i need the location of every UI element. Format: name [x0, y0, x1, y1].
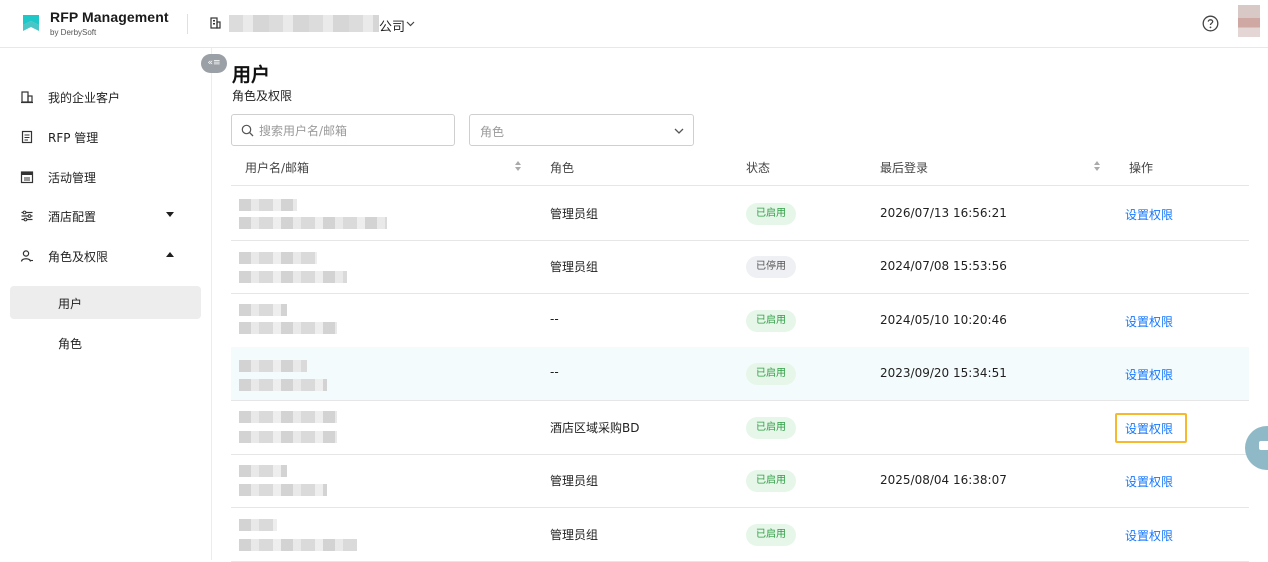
last-login-cell: 2023/09/20 15:34:51	[880, 366, 1007, 380]
sort-icon[interactable]	[514, 160, 522, 172]
role-cell: 管理员组	[550, 528, 599, 542]
role-filter-select[interactable]: 角色	[469, 114, 694, 146]
table-row[interactable]: 管理员组 已启用 2026/07/13 16:56:21 设置权限	[231, 187, 1249, 241]
user-name-redacted	[239, 465, 287, 477]
sidebar-item-label: RFP 管理	[48, 131, 99, 145]
status-badge: 已启用	[746, 310, 796, 332]
sidebar-subitem-label: 用户	[58, 297, 83, 311]
calendar-icon	[20, 171, 34, 184]
sidebar: 我的企业客户 RFP 管理 活动管理 酒店配置 角色及权限 用户 角色	[0, 48, 212, 560]
status-badge: 已启用	[746, 417, 796, 439]
last-login-cell: 2024/05/10 10:20:46	[880, 313, 1007, 327]
table-row[interactable]: 酒店区域采购BD 已启用 设置权限	[231, 401, 1249, 455]
user-email-redacted	[239, 217, 387, 229]
sidebar-item-roles-permissions[interactable]: 角色及权限	[10, 239, 202, 273]
user-name-redacted	[239, 360, 307, 372]
column-header-status: 状态	[746, 161, 771, 175]
avatar[interactable]	[1238, 5, 1260, 37]
caret-down-icon	[166, 212, 174, 217]
column-header-role: 角色	[550, 161, 575, 175]
role-cell: --	[550, 365, 559, 379]
user-name-redacted	[239, 519, 277, 531]
column-header-user: 用户名/邮箱	[245, 161, 310, 175]
help-icon[interactable]	[1202, 15, 1219, 32]
chevron-down-icon	[674, 128, 684, 134]
sidebar-subitem-users[interactable]: 用户	[10, 286, 201, 319]
set-permission-link[interactable]: 设置权限	[1125, 313, 1173, 330]
sidebar-item-label: 我的企业客户	[48, 91, 121, 105]
table-row[interactable]: -- 已启用 2023/09/20 15:34:51 设置权限	[231, 347, 1249, 401]
table-header: 用户名/邮箱 角色 状态 最后登录 操作	[231, 148, 1249, 186]
user-icon	[20, 250, 33, 262]
set-permission-link[interactable]: 设置权限	[1115, 413, 1187, 443]
sidebar-item-activities[interactable]: 活动管理	[10, 160, 202, 194]
company-name-redacted	[229, 15, 379, 32]
user-email-redacted	[239, 271, 347, 283]
role-cell: 管理员组	[550, 207, 599, 221]
set-permission-link[interactable]: 设置权限	[1125, 366, 1173, 383]
last-login-cell: 2024/07/08 15:53:56	[880, 259, 1007, 273]
set-permission-link[interactable]: 设置权限	[1125, 473, 1173, 490]
search-box[interactable]	[231, 114, 455, 146]
user-email-redacted	[239, 539, 357, 551]
search-input[interactable]	[259, 121, 449, 141]
sort-icon[interactable]	[1093, 160, 1101, 172]
table-row[interactable]: 管理员组 已启用 2025/08/04 16:38:07 设置权限	[231, 454, 1249, 508]
brand-logo-icon	[23, 15, 39, 31]
app-subtitle: by DerbySoft	[50, 28, 97, 37]
caret-up-icon	[166, 252, 174, 257]
column-header-last-login: 最后登录	[880, 161, 929, 175]
user-name-redacted	[239, 411, 337, 423]
status-badge: 已停用	[746, 256, 796, 278]
user-name-redacted	[239, 252, 317, 264]
set-permission-link[interactable]: 设置权限	[1125, 527, 1173, 544]
user-email-redacted	[239, 379, 327, 391]
sidebar-item-label: 角色及权限	[48, 250, 109, 264]
role-filter-placeholder: 角色	[480, 125, 505, 139]
sidebar-item-enterprise-clients[interactable]: 我的企业客户	[10, 80, 202, 114]
sidebar-item-label: 酒店配置	[48, 210, 97, 224]
role-cell: 酒店区域采购BD	[550, 421, 640, 435]
role-cell: --	[550, 312, 559, 326]
user-name-redacted	[239, 304, 287, 316]
chat-icon	[1259, 441, 1268, 450]
sidebar-collapse-button[interactable]: «≡	[201, 54, 227, 73]
sidebar-subitem-label: 角色	[58, 337, 83, 351]
sliders-icon	[21, 210, 33, 222]
chevron-down-icon[interactable]	[405, 18, 416, 29]
status-badge: 已启用	[746, 203, 796, 225]
role-cell: 管理员组	[550, 474, 599, 488]
last-login-cell: 2025/08/04 16:38:07	[880, 473, 1007, 487]
column-header-actions: 操作	[1129, 161, 1154, 175]
sidebar-item-rfp[interactable]: RFP 管理	[10, 120, 202, 154]
top-header: RFP Management by DerbySoft 公司	[0, 0, 1268, 48]
last-login-cell: 2026/07/13 16:56:21	[880, 206, 1007, 220]
user-email-redacted	[239, 431, 337, 443]
page-subtitle: 角色及权限	[232, 89, 293, 103]
company-building-icon	[210, 17, 221, 29]
table-row[interactable]: -- 已启用 2024/05/10 10:20:46 设置权限	[231, 294, 1249, 348]
search-icon	[241, 124, 254, 137]
app-title: RFP Management	[50, 9, 169, 25]
building-icon	[21, 91, 33, 104]
page-title: 用户	[232, 64, 271, 86]
sidebar-subitem-roles[interactable]: 角色	[10, 326, 201, 359]
document-icon	[21, 130, 33, 144]
set-permission-link[interactable]: 设置权限	[1125, 206, 1173, 223]
status-badge: 已启用	[746, 363, 796, 385]
table-row[interactable]: 管理员组 已启用 设置权限	[231, 508, 1249, 562]
role-cell: 管理员组	[550, 260, 599, 274]
status-badge: 已启用	[746, 524, 796, 546]
status-badge: 已启用	[746, 470, 796, 492]
user-email-redacted	[239, 484, 327, 496]
table-row[interactable]: 管理员组 已停用 2024/07/08 15:53:56	[231, 240, 1249, 294]
company-selector-label[interactable]: 公司	[379, 16, 405, 35]
sidebar-item-hotel-config[interactable]: 酒店配置	[10, 199, 202, 233]
sidebar-item-label: 活动管理	[48, 171, 97, 185]
header-divider	[187, 14, 188, 34]
user-name-redacted	[239, 199, 297, 211]
user-email-redacted	[239, 322, 337, 334]
